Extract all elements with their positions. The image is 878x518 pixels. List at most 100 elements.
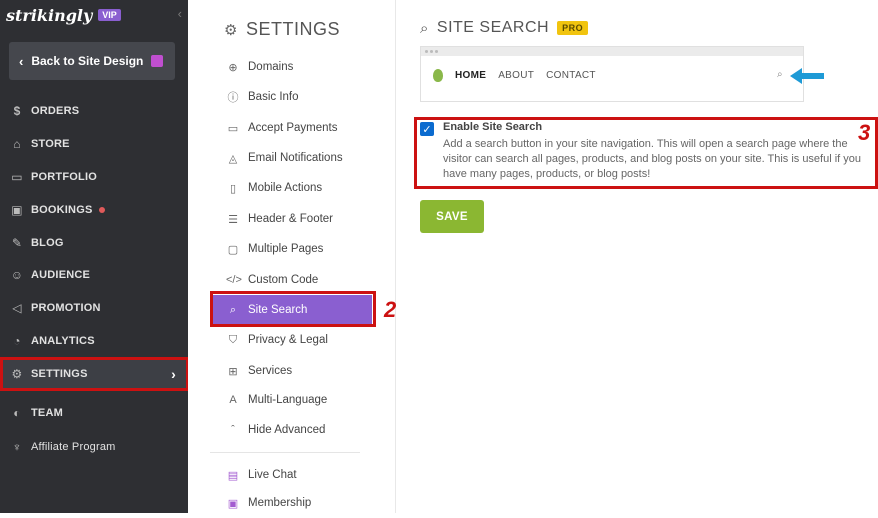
- sidebar-item-label: PROMOTION: [31, 302, 101, 314]
- back-to-site-design-button[interactable]: ‹ Back to Site Design: [9, 42, 175, 80]
- sidebar-item-blog[interactable]: ✎ BLOG: [0, 227, 188, 259]
- translate-icon: A: [229, 394, 237, 406]
- sidebar-item-label: BOOKINGS: [31, 204, 93, 216]
- dollar-circle-icon: $: [13, 104, 21, 118]
- bell-icon: ◬: [228, 152, 238, 165]
- info-icon: ⓘ: [227, 92, 239, 104]
- page-title-text: SITE SEARCH: [436, 19, 550, 36]
- code-icon: </>: [226, 274, 242, 286]
- sidebar-item-team[interactable]: ◐ TEAM: [0, 397, 188, 429]
- globe-icon: ⊕: [228, 61, 238, 74]
- settings-item-label: Services: [248, 365, 293, 377]
- pen-icon: ✎: [11, 236, 23, 250]
- settings-item-privacy-legal[interactable]: ⛉ Privacy & Legal: [210, 325, 372, 355]
- preview-search-icon: ⌕: [777, 69, 783, 80]
- sidebar-item-promotion[interactable]: ◁ PROMOTION: [0, 292, 188, 324]
- settings-item-label: Multi-Language: [248, 394, 328, 406]
- store-icon: ⌂: [13, 137, 21, 151]
- settings-item-label: Hide Advanced: [248, 424, 326, 436]
- sidebar-item-orders[interactable]: $ ORDERS: [0, 95, 188, 127]
- sidebar-item-label: PORTFOLIO: [31, 171, 97, 183]
- settings-item-label: Membership: [248, 497, 312, 509]
- shield-icon: ⛉: [228, 333, 238, 346]
- settings-item-label: Privacy & Legal: [248, 334, 328, 346]
- collapse-sidebar-icon[interactable]: ‹: [178, 6, 182, 21]
- sidebar-item-label: TEAM: [31, 407, 63, 419]
- sidebar-item-store[interactable]: ⌂ STORE: [0, 128, 188, 160]
- sidebar-item-affiliate-program[interactable]: ♆ Affiliate Program: [0, 431, 188, 463]
- settings-item-label: Basic Info: [248, 91, 299, 103]
- settings-item-mobile-actions[interactable]: ▯ Mobile Actions: [210, 173, 372, 203]
- sidebar-item-label: ANALYTICS: [31, 335, 95, 347]
- settings-item-email-notifications[interactable]: ◬ Email Notifications: [210, 143, 372, 173]
- settings-item-label: Custom Code: [248, 274, 319, 286]
- settings-item-domains[interactable]: ⊕ Domains: [210, 52, 372, 82]
- left-sidebar: strikingly VIP ‹ ‹ Back to Site Design $…: [0, 0, 188, 513]
- sidebar-item-label: BLOG: [31, 237, 64, 249]
- settings-item-header-footer[interactable]: ☰ Header & Footer: [210, 204, 372, 234]
- settings-title: ⚙ SETTINGS: [224, 19, 340, 40]
- settings-item-accept-payments[interactable]: ▭ Accept Payments: [210, 113, 372, 143]
- annotation-number-2: 2: [384, 297, 397, 322]
- users-icon: ☺: [10, 268, 24, 282]
- pear-logo-icon: [433, 69, 443, 82]
- chevron-left-icon: ‹: [19, 53, 24, 69]
- settings-item-label: Accept Payments: [248, 122, 338, 134]
- sidebar-item-bookings[interactable]: ▣ BOOKINGS: [0, 194, 188, 226]
- browser-bar: [421, 47, 803, 56]
- settings-item-basic-info[interactable]: ⓘ Basic Info: [210, 82, 372, 112]
- page-title: ⌕ SITE SEARCH PRO: [420, 19, 589, 37]
- preview-navigation: HOME ABOUT CONTACT: [433, 69, 608, 82]
- highlight-box-enable-site-search: [414, 117, 878, 189]
- pie-chart-icon: ◔: [13, 334, 21, 348]
- sidebar-item-audience[interactable]: ☺ AUDIENCE: [0, 259, 188, 291]
- settings-item-label: Domains: [248, 61, 294, 73]
- preview-nav-about: ABOUT: [498, 70, 535, 81]
- brand: strikingly VIP: [6, 4, 121, 26]
- settings-item-multiple-pages[interactable]: ▢ Multiple Pages: [210, 234, 372, 264]
- chevron-up-icon: ˆ: [231, 424, 235, 436]
- calendar-icon: ▣: [11, 203, 23, 217]
- settings-item-multi-language[interactable]: A Multi-Language: [210, 385, 372, 415]
- header-footer-icon: ☰: [228, 213, 238, 226]
- site-nav-preview: HOME ABOUT CONTACT ⌕: [420, 46, 804, 102]
- preview-nav-contact: CONTACT: [546, 70, 596, 81]
- credit-card-icon: ▭: [227, 122, 239, 135]
- sidebar-item-analytics[interactable]: ◔ ANALYTICS: [0, 325, 188, 357]
- pages-icon: ▢: [227, 243, 239, 256]
- sidebar-item-label: Affiliate Program: [31, 441, 116, 453]
- highlight-box-site-search: [210, 291, 376, 327]
- preview-nav-home: HOME: [455, 70, 487, 81]
- save-button[interactable]: SAVE: [420, 200, 484, 233]
- megaphone-icon: ◁: [12, 301, 22, 315]
- search-icon: ⌕: [420, 19, 429, 37]
- settings-item-services[interactable]: ⊞ Services: [210, 356, 372, 386]
- settings-item-label: Header & Footer: [248, 213, 334, 225]
- trophy-icon: ♆: [12, 440, 22, 454]
- settings-item-label: Live Chat: [248, 469, 297, 481]
- briefcase-icon: ▭: [11, 170, 23, 184]
- settings-item-hide-advanced[interactable]: ˆ Hide Advanced: [210, 415, 372, 445]
- vip-badge: VIP: [98, 9, 121, 21]
- membership-icon: ▣: [227, 497, 239, 510]
- mobile-icon: ▯: [229, 182, 237, 195]
- gear-icon: ⚙: [224, 21, 238, 39]
- menu-divider: [210, 452, 360, 453]
- settings-item-label: Mobile Actions: [248, 182, 323, 194]
- site-design-icon: [151, 55, 164, 67]
- team-icon: ◐: [13, 406, 21, 420]
- logo[interactable]: strikingly: [6, 6, 92, 25]
- chat-icon: ▤: [227, 469, 239, 482]
- sidebar-item-portfolio[interactable]: ▭ PORTFOLIO: [0, 161, 188, 193]
- sidebar-item-label: STORE: [31, 138, 70, 150]
- settings-item-membership[interactable]: ▣ Membership: [210, 488, 372, 518]
- grid-icon: ⊞: [228, 365, 238, 378]
- settings-title-text: SETTINGS: [245, 19, 340, 39]
- settings-item-live-chat[interactable]: ▤ Live Chat: [210, 460, 372, 490]
- notification-dot: [98, 207, 105, 213]
- settings-menu-panel: ⚙ SETTINGS ⊕ Domains ⓘ Basic Info ▭ Acce…: [188, 0, 396, 513]
- sidebar-item-label: ORDERS: [31, 105, 80, 117]
- highlight-box-settings: [0, 357, 189, 391]
- settings-item-label: Multiple Pages: [248, 243, 324, 255]
- pointer-arrow-icon: [790, 68, 824, 84]
